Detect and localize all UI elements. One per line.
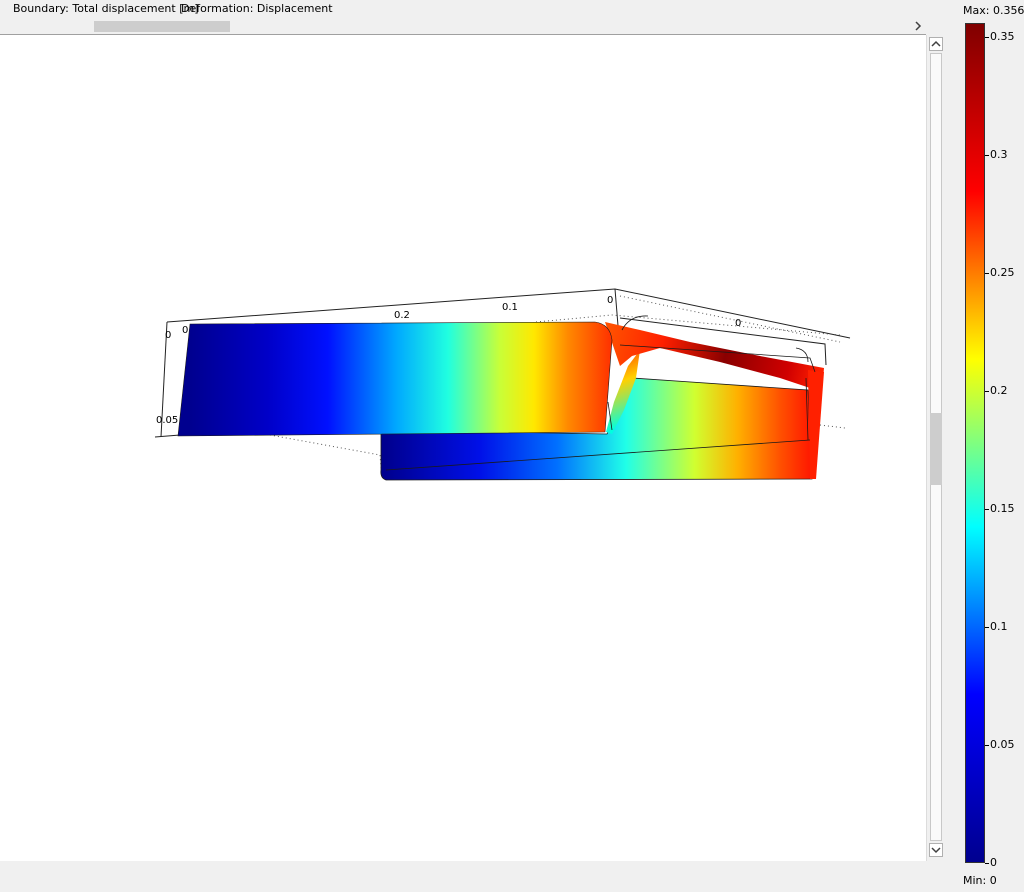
- axis-label-zero-right: 0: [735, 318, 741, 329]
- legend-tick-mark: [985, 745, 989, 746]
- legend-tick-mark: [985, 37, 989, 38]
- deformation-label: Deformation: Displacement: [181, 2, 333, 15]
- boundary-label: Boundary: Total displacement [m]: [13, 2, 199, 15]
- axis-label-zero-left: 0: [165, 330, 171, 341]
- legend-tick-label: 0.2: [990, 384, 1008, 397]
- vertical-scrollbar[interactable]: [926, 35, 944, 861]
- chevron-right-icon[interactable]: [911, 19, 925, 33]
- right-edge-strip: [808, 370, 824, 479]
- upper-slab: [177, 321, 613, 437]
- horizontal-scrollbar[interactable]: [0, 18, 926, 35]
- legend-tick-mark: [985, 509, 989, 510]
- legend-tick-label: 0: [990, 856, 997, 869]
- vertical-scroll-thumb[interactable]: [930, 413, 942, 485]
- axis-label-0-1: 0.1: [502, 302, 518, 313]
- legend-tick-mark: [985, 627, 989, 628]
- chevron-up-icon[interactable]: [929, 37, 943, 51]
- graphics-viewport[interactable]: 0 0 0.2 0.1 0 0 0.05: [0, 35, 926, 861]
- legend-tick-label: 0.15: [990, 502, 1015, 515]
- color-legend: Max: 0.356 0.35 0.3 0.25 0.2 0.15 0.1 0.05 0 Mi…: [955, 0, 1024, 892]
- legend-tick-mark: [985, 863, 989, 864]
- legend-tick-label: 0.3: [990, 148, 1008, 161]
- bottom-bar: [0, 861, 955, 892]
- legend-tick-label: 0.35: [990, 30, 1015, 43]
- legend-tick-mark: [985, 391, 989, 392]
- color-bar: [965, 23, 985, 863]
- plot-title-bar: Boundary: Total displacement [m] Deforma…: [0, 0, 955, 18]
- legend-tick-label: 0.05: [990, 738, 1015, 751]
- legend-max-label: Max: 0.356: [963, 4, 1024, 17]
- axis-label-0-05: 0.05: [156, 415, 178, 426]
- legend-tick-mark: [985, 155, 989, 156]
- deformation-plot: 0 0 0.2 0.1 0 0 0.05: [154, 288, 851, 481]
- legend-tick-label: 0.25: [990, 266, 1015, 279]
- legend-tick-label: 0.1: [990, 620, 1008, 633]
- legend-min-label: Min: 0: [963, 874, 997, 887]
- axis-label-zero-top: 0: [607, 295, 613, 306]
- chevron-down-icon[interactable]: [929, 843, 943, 857]
- axis-label-0-2: 0.2: [394, 310, 410, 321]
- axis-label-small-zero: 0: [182, 325, 188, 336]
- legend-tick-mark: [985, 273, 989, 274]
- horizontal-scroll-thumb[interactable]: [94, 21, 230, 32]
